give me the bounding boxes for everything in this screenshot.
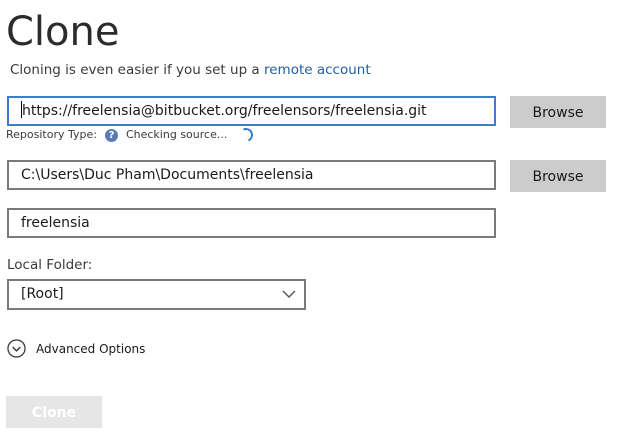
page-title: Clone bbox=[6, 9, 120, 55]
repository-type-label: Repository Type: bbox=[6, 128, 97, 141]
source-url-input[interactable]: https://freelensia@bitbucket.org/freelen… bbox=[7, 96, 496, 126]
browse-destination-button[interactable]: Browse bbox=[510, 160, 606, 192]
local-folder-select[interactable]: [Root] bbox=[7, 279, 306, 310]
source-url-value: https://freelensia@bitbucket.org/freelen… bbox=[22, 103, 427, 119]
repository-type-status: Checking source... bbox=[125, 128, 228, 141]
local-folder-label: Local Folder: bbox=[7, 257, 93, 273]
clone-dialog: Clone Cloning is even easier if you set … bbox=[0, 0, 632, 433]
subtitle: Cloning is even easier if you set up a r… bbox=[10, 61, 371, 79]
spinner-icon bbox=[237, 126, 256, 144]
destination-path-input[interactable]: C:\Users\Duc Pham\Documents\freelensia bbox=[7, 160, 496, 190]
remote-account-link[interactable]: remote account bbox=[264, 62, 371, 78]
advanced-options-toggle[interactable]: Advanced Options bbox=[7, 339, 145, 358]
browse-source-button[interactable]: Browse bbox=[510, 96, 606, 128]
subtitle-text: Cloning is even easier if you set up a bbox=[10, 62, 264, 78]
chevron-down-icon bbox=[282, 290, 296, 298]
local-folder-selected: [Root] bbox=[21, 286, 64, 302]
repository-type-row: Repository Type: ? Checking source... bbox=[6, 126, 256, 144]
repository-name-input[interactable]: freelensia bbox=[7, 208, 496, 238]
destination-path-value: C:\Users\Duc Pham\Documents\freelensia bbox=[21, 167, 314, 183]
circle-chevron-down-icon bbox=[7, 339, 26, 358]
repository-name-value: freelensia bbox=[21, 215, 90, 231]
clone-button[interactable]: Clone bbox=[6, 396, 102, 428]
help-icon[interactable]: ? bbox=[104, 128, 118, 142]
advanced-options-label: Advanced Options bbox=[36, 341, 146, 356]
